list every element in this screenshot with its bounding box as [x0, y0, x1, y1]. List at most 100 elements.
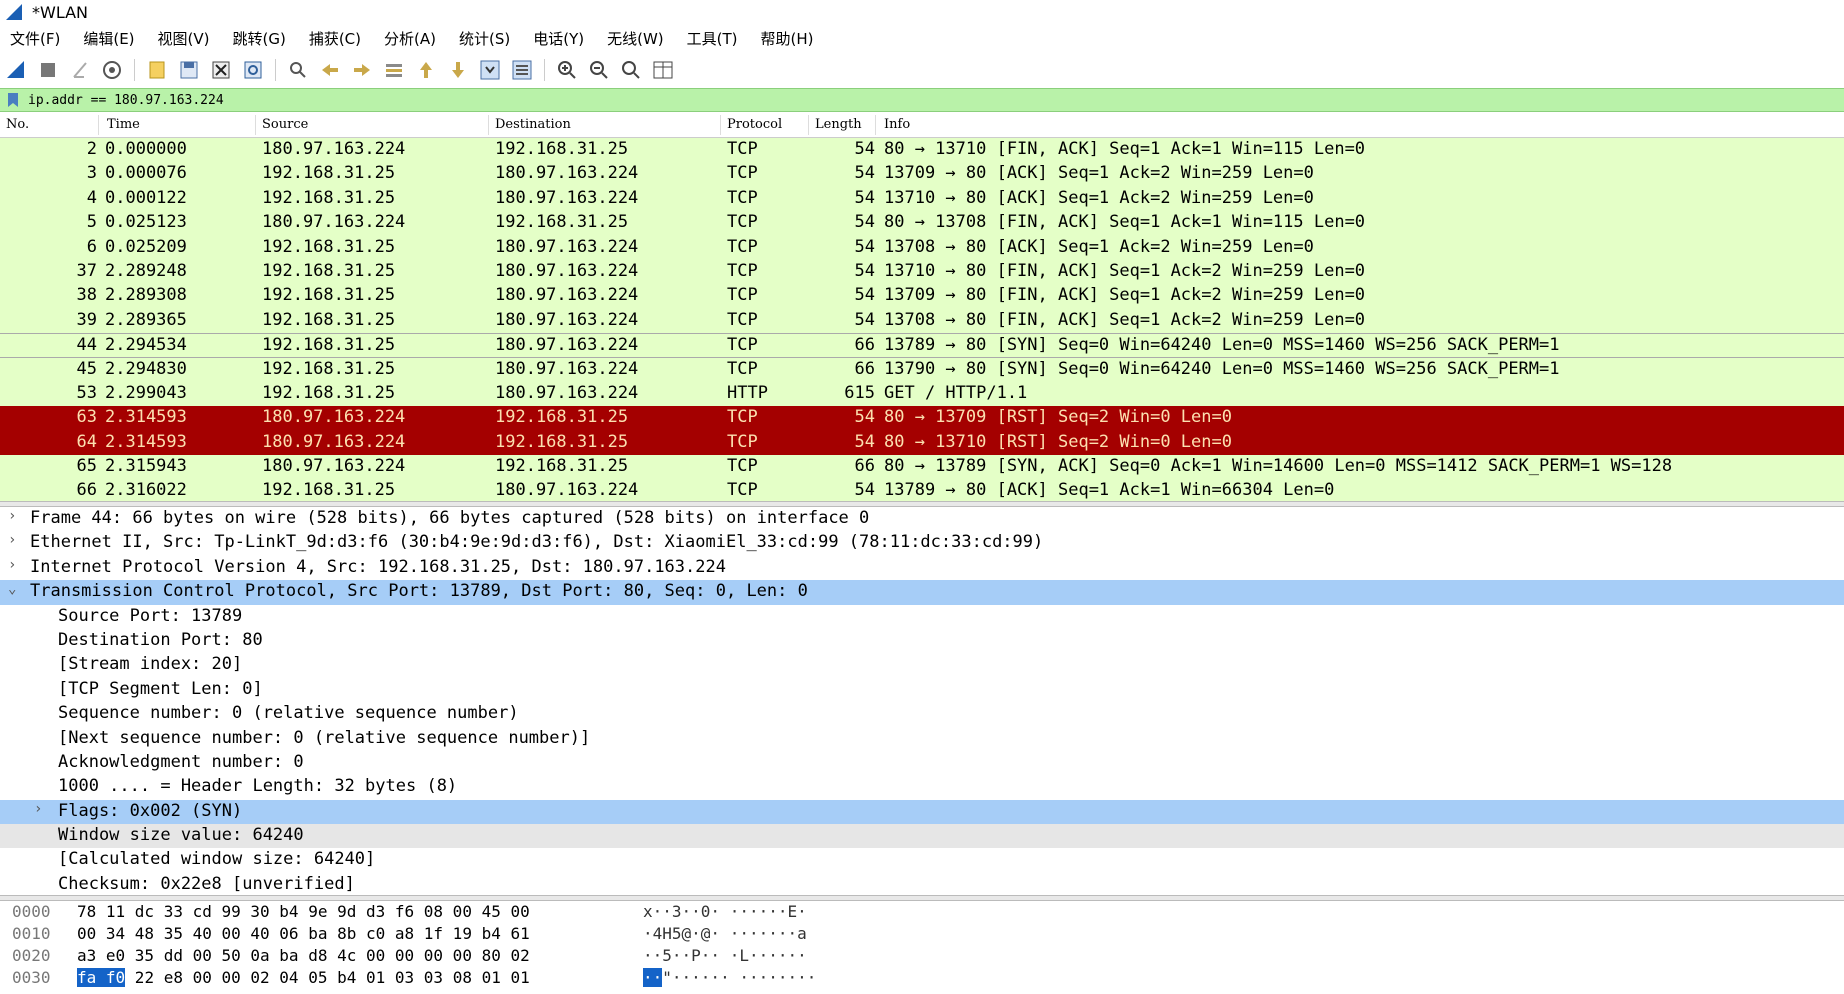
bytes-row[interactable]: 0010 00 34 48 35 40 00 40 06 ba 8b c0 a8 …: [0, 923, 1844, 945]
zoom-in-icon[interactable]: [555, 58, 579, 82]
packet-bytes-pane[interactable]: 0000 78 11 dc 33 cd 99 30 b4 9e 9d d3 f6 …: [0, 901, 1844, 994]
packet-row[interactable]: 44 2.294534 192.168.31.25 180.97.163.224 TCP…: [0, 333, 1844, 358]
detail-tree-item[interactable]: [Calculated window size: 64240]: [0, 848, 1844, 872]
bytes-row[interactable]: 0030 fa f0 22 e8 00 00 02 04 05 b4 01 03 …: [0, 967, 1844, 989]
packet-row[interactable]: 64 2.314593 180.97.163.224 192.168.31.25 TCP…: [0, 430, 1844, 456]
packet-list[interactable]: 2 0.000000 180.97.163.224 192.168.31.25 TCP 5…: [0, 138, 1844, 501]
stop-icon[interactable]: [36, 58, 60, 82]
menu-item-7[interactable]: 电话(Y): [533, 28, 584, 49]
go-forward-icon[interactable]: [350, 58, 374, 82]
ascii-bytes[interactable]: ··"······ ········: [643, 968, 816, 987]
detail-tree-item[interactable]: Window size value: 64240: [0, 824, 1844, 849]
last-packet-icon[interactable]: [446, 58, 470, 82]
packet-row[interactable]: 6 0.025209 192.168.31.25 180.97.163.224 TCP 5…: [0, 235, 1844, 260]
packet-details-pane[interactable]: › Frame 44: 66 bytes on wire (528 bits), …: [0, 507, 1844, 895]
packet-row[interactable]: 53 2.299043 192.168.31.25 180.97.163.224 HTT…: [0, 381, 1844, 407]
packet-cell-no: 39: [76, 309, 97, 330]
detail-tree-item[interactable]: [Next sequence number: 0 (relative seque…: [0, 727, 1844, 751]
open-file-icon[interactable]: [145, 58, 169, 82]
title-bar: *WLAN: [0, 0, 1844, 24]
menu-item-8[interactable]: 无线(W): [607, 28, 664, 49]
hex-bytes[interactable]: 00 34 48 35 40 00 40 06 ba 8b c0 a8 1f 1…: [77, 924, 530, 943]
bytes-row[interactable]: 0000 78 11 dc 33 cd 99 30 b4 9e 9d d3 f6 …: [0, 901, 1844, 923]
menu-item-2[interactable]: 视图(V): [158, 28, 210, 49]
detail-tree-item[interactable]: Sequence number: 0 (relative sequence nu…: [0, 702, 1844, 726]
hex-bytes[interactable]: fa f0 22 e8 00 00 02 04 05 b4 01 03 03 0…: [77, 968, 530, 987]
packet-list-header: No. Time Source Destination Protocol Len…: [0, 113, 1844, 138]
column-header-source[interactable]: Source: [262, 117, 308, 132]
column-header-time[interactable]: Time: [107, 117, 140, 132]
column-header-info[interactable]: Info: [884, 117, 910, 132]
options-gear-icon[interactable]: [100, 58, 124, 82]
menu-item-1[interactable]: 编辑(E): [83, 28, 134, 49]
column-header-length[interactable]: Length: [815, 117, 862, 132]
packet-cell-dst: 192.168.31.25: [495, 456, 629, 477]
zoom-out-icon[interactable]: [587, 58, 611, 82]
reload-icon[interactable]: [241, 58, 265, 82]
packet-row[interactable]: 63 2.314593 180.97.163.224 192.168.31.25 TCP…: [0, 406, 1844, 431]
detail-tree-item[interactable]: ⌄ Transmission Control Protocol, Src Port…: [0, 580, 1844, 605]
close-file-icon[interactable]: [209, 58, 233, 82]
ascii-bytes[interactable]: x··3··0· ······E·: [643, 902, 807, 921]
detail-tree-item[interactable]: › Frame 44: 66 bytes on wire (528 bits), …: [0, 507, 1844, 531]
detail-tree-item[interactable]: › Flags: 0x002 (SYN): [0, 799, 1844, 825]
detail-text: Flags: 0x002 (SYN): [58, 800, 243, 821]
packet-row[interactable]: 37 2.289248 192.168.31.25 180.97.163.224 TCP…: [0, 259, 1844, 285]
go-to-packet-icon[interactable]: [382, 58, 406, 82]
menu-item-5[interactable]: 分析(A): [384, 28, 436, 49]
display-filter-input[interactable]: [28, 92, 1728, 108]
packet-row[interactable]: 39 2.289365 192.168.31.25 180.97.163.224 TCP…: [0, 308, 1844, 334]
tree-expand-arrow-icon[interactable]: ›: [8, 508, 16, 524]
packet-row[interactable]: 4 0.000122 192.168.31.25 180.97.163.224 TCP 5…: [0, 186, 1844, 212]
detail-tree-item[interactable]: Checksum: 0x22e8 [unverified]: [0, 873, 1844, 895]
ascii-bytes[interactable]: ··5··P·· ·L······: [643, 946, 807, 965]
go-back-icon[interactable]: [318, 58, 342, 82]
packet-row[interactable]: 66 2.316022 192.168.31.25 180.97.163.224 TCP…: [0, 479, 1844, 501]
menu-item-6[interactable]: 统计(S): [459, 28, 510, 49]
bytes-row[interactable]: 0020 a3 e0 35 dd 00 50 0a ba d8 4c 00 00 …: [0, 945, 1844, 967]
packet-row[interactable]: 65 2.315943 180.97.163.224 192.168.31.25 TCP…: [0, 455, 1844, 480]
detail-tree-item[interactable]: Source Port: 13789: [0, 605, 1844, 629]
packet-row[interactable]: 3 0.000076 192.168.31.25 180.97.163.224 TCP 5…: [0, 162, 1844, 187]
detail-tree-item[interactable]: [Stream index: 20]: [0, 653, 1844, 677]
menu-item-3[interactable]: 跳转(G): [233, 28, 286, 49]
detail-tree-item[interactable]: 1000 .... = Header Length: 32 bytes (8): [0, 775, 1844, 799]
detail-tree-item[interactable]: Destination Port: 80: [0, 629, 1844, 653]
first-packet-icon[interactable]: [414, 58, 438, 82]
menu-item-10[interactable]: 帮助(H): [761, 28, 814, 49]
zoom-normal-icon[interactable]: [619, 58, 643, 82]
tree-expand-arrow-icon[interactable]: ›: [34, 801, 42, 817]
detail-tree-item[interactable]: › Ethernet II, Src: Tp-LinkT_9d:d3:f6 (30…: [0, 531, 1844, 555]
tree-collapse-arrow-icon[interactable]: ⌄: [8, 581, 16, 597]
hex-bytes[interactable]: a3 e0 35 dd 00 50 0a ba d8 4c 00 00 00 0…: [77, 946, 530, 965]
packet-cell-proto: TCP: [727, 358, 758, 379]
find-icon[interactable]: [286, 58, 310, 82]
detail-text: Frame 44: 66 bytes on wire (528 bits), 6…: [30, 508, 870, 528]
packet-row[interactable]: 38 2.289308 192.168.31.25 180.97.163.224 TCP…: [0, 284, 1844, 309]
autoscroll-icon[interactable]: [478, 58, 502, 82]
save-file-icon[interactable]: [177, 58, 201, 82]
packet-row[interactable]: 45 2.294830 192.168.31.25 180.97.163.224 TCP…: [0, 357, 1844, 382]
detail-tree-item[interactable]: Acknowledgment number: 0: [0, 751, 1844, 775]
menu-item-4[interactable]: 捕获(C): [309, 28, 361, 49]
packet-cell-info: 80 → 13710 [FIN, ACK] Seq=1 Ack=1 Win=11…: [884, 139, 1366, 159]
detail-tree-item[interactable]: [TCP Segment Len: 0]: [0, 678, 1844, 702]
column-header-protocol[interactable]: Protocol: [727, 117, 782, 132]
bookmark-icon[interactable]: [6, 92, 20, 108]
menu-item-9[interactable]: 工具(T): [687, 28, 738, 49]
column-header-destination[interactable]: Destination: [495, 117, 571, 132]
ascii-bytes[interactable]: ·4H5@·@· ·······a: [643, 924, 807, 943]
shark-fin-start-icon[interactable]: [4, 58, 28, 82]
tree-expand-arrow-icon[interactable]: ›: [8, 557, 16, 573]
packet-row[interactable]: 5 0.025123 180.97.163.224 192.168.31.25 TCP 5…: [0, 211, 1844, 236]
tree-expand-arrow-icon[interactable]: ›: [8, 532, 16, 548]
restart-icon[interactable]: [68, 58, 92, 82]
detail-tree-item[interactable]: › Internet Protocol Version 4, Src: 192.1…: [0, 556, 1844, 580]
menu-item-0[interactable]: 文件(F): [10, 28, 60, 49]
packet-row[interactable]: 2 0.000000 180.97.163.224 192.168.31.25 TCP 5…: [0, 138, 1844, 163]
hex-bytes[interactable]: 78 11 dc 33 cd 99 30 b4 9e 9d d3 f6 08 0…: [77, 902, 530, 921]
resize-columns-icon[interactable]: [651, 58, 675, 82]
packet-cell-time: 0.000076: [105, 163, 187, 184]
colorize-icon[interactable]: [510, 58, 534, 82]
column-header-no[interactable]: No.: [6, 117, 29, 132]
